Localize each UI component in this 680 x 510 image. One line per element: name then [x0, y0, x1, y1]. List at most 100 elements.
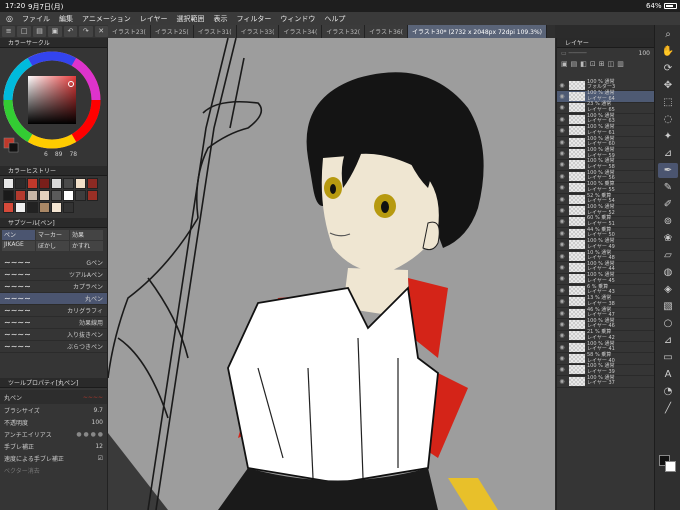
brush-item[interactable]: ∼∼∼∼ 入り抜きペン [0, 329, 107, 341]
visibility-icon[interactable]: ◉ [557, 287, 567, 294]
visibility-icon[interactable]: ◉ [557, 275, 567, 282]
figure-icon[interactable]: ○ [658, 316, 678, 331]
tab-document[interactable]: イラスト23( [108, 25, 151, 38]
tab-document[interactable]: イラスト32( [322, 25, 366, 38]
visibility-icon[interactable]: ◉ [557, 253, 567, 260]
tab-document[interactable]: イラスト31( [193, 25, 237, 38]
wand-icon[interactable]: ✦ [658, 129, 678, 144]
new-layer-icon[interactable]: ▣ [561, 60, 568, 78]
color-swatch[interactable] [15, 178, 26, 189]
tab-document[interactable]: イラスト34( [279, 25, 323, 38]
brush-item[interactable]: ∼∼∼∼ ツアルAペン [0, 269, 107, 281]
visibility-icon[interactable]: ◉ [557, 184, 567, 191]
decoration-icon[interactable]: ❀ [658, 231, 678, 246]
color-swatch[interactable] [63, 178, 74, 189]
fill-icon[interactable]: ◈ [658, 282, 678, 297]
visibility-icon[interactable]: ◉ [557, 241, 567, 248]
visibility-icon[interactable]: ◉ [557, 173, 567, 180]
visibility-icon[interactable]: ◉ [557, 344, 567, 351]
color-swatch[interactable] [75, 178, 86, 189]
tab-active-document[interactable]: イラスト30* (2732 x 2048px 72dpi 109.3%) [408, 25, 547, 38]
menu-layer[interactable]: レイヤー [140, 14, 168, 24]
sub-color-chip[interactable] [665, 461, 676, 472]
text-icon[interactable]: A [658, 367, 678, 382]
layer-opacity-row[interactable]: ▭ ───── 100 [557, 48, 654, 58]
antialias-row[interactable]: アンチエイリアス ● ● ● ● [0, 428, 107, 440]
color-swatch[interactable] [51, 190, 62, 201]
visibility-icon[interactable]: ◉ [557, 366, 567, 373]
visibility-icon[interactable]: ◉ [557, 230, 567, 237]
rotate-icon[interactable]: ⟳ [658, 61, 678, 76]
color-swatch[interactable] [3, 178, 14, 189]
color-swatch[interactable] [3, 202, 14, 213]
brush-item[interactable]: ∼∼∼∼ 丸ペン [0, 293, 107, 305]
visibility-icon[interactable]: ◉ [557, 127, 567, 134]
hand-icon[interactable]: ✋ [658, 44, 678, 59]
eraser-icon[interactable]: ▱ [658, 248, 678, 263]
brush-item[interactable]: ∼∼∼∼ Gペン [0, 257, 107, 269]
color-swatch[interactable] [27, 202, 38, 213]
open-icon[interactable]: ▤ [32, 26, 47, 37]
visibility-icon[interactable]: ◉ [557, 321, 567, 328]
visibility-icon[interactable]: ◉ [557, 150, 567, 157]
select-icon[interactable]: ⬚ [658, 95, 678, 110]
brush-item[interactable]: ∼∼∼∼ カプラペン [0, 281, 107, 293]
color-swatch[interactable] [15, 190, 26, 201]
reference-icon[interactable]: ⊞ [599, 60, 605, 78]
subtool-tab-blur[interactable]: ぼかし [36, 241, 69, 251]
ruler-icon[interactable]: ⊿ [658, 333, 678, 348]
tab-document[interactable]: イラスト25( [150, 25, 194, 38]
lasso-icon[interactable]: ◌ [658, 112, 678, 127]
color-swatch[interactable] [63, 202, 74, 213]
color-swatch[interactable] [51, 202, 62, 213]
brush-icon[interactable]: ✐ [658, 197, 678, 212]
color-swatch[interactable] [15, 202, 26, 213]
delete-layer-icon[interactable]: ▥ [617, 60, 624, 78]
layer-row[interactable]: ◉ 100 % 通常 レイヤー 37 [557, 375, 654, 388]
brush-item[interactable]: ∼∼∼∼ 効果線用 [0, 317, 107, 329]
color-swatch[interactable] [87, 178, 98, 189]
pencil-icon[interactable]: ✎ [658, 180, 678, 195]
new-icon[interactable]: □ [17, 26, 31, 37]
brush-item[interactable]: ∼∼∼∼ ぶらつきペン [0, 341, 107, 353]
checkbox-icon[interactable]: ☑ [98, 455, 103, 462]
visibility-icon[interactable]: ◉ [557, 264, 567, 271]
visibility-icon[interactable]: ◉ [557, 161, 567, 168]
tab-document[interactable]: イラスト36( [365, 25, 409, 38]
color-swatch[interactable] [27, 178, 38, 189]
color-swatch[interactable] [39, 178, 50, 189]
color-circle-widget[interactable] [0, 48, 108, 160]
menu-selection[interactable]: 選択範囲 [177, 14, 205, 24]
frame-icon[interactable]: ▭ [658, 350, 678, 365]
color-swatch[interactable] [39, 202, 50, 213]
app-icon[interactable]: ◎ [6, 14, 13, 23]
visibility-icon[interactable]: ◉ [557, 218, 567, 225]
brush-item[interactable]: ∼∼∼∼ カリグラフィ [0, 305, 107, 317]
visibility-icon[interactable]: ◉ [557, 116, 567, 123]
visibility-icon[interactable]: ◉ [557, 332, 567, 339]
menu-animation[interactable]: アニメーション [82, 14, 131, 24]
balloon-icon[interactable]: ◔ [658, 384, 678, 399]
drawing-canvas[interactable] [108, 38, 555, 510]
subtool-tab-jikage[interactable]: JIKAGE [2, 241, 35, 251]
color-swatch[interactable] [75, 190, 86, 201]
opacity-row[interactable]: 不透明度 100 [0, 416, 107, 428]
visibility-icon[interactable]: ◉ [557, 355, 567, 362]
menu-window[interactable]: ウィンドウ [280, 14, 315, 24]
move-icon[interactable]: ✥ [658, 78, 678, 93]
subtool-tab-effect[interactable]: 効果 [70, 230, 103, 240]
color-swatch[interactable] [63, 190, 74, 201]
clip-icon[interactable]: ◧ [580, 60, 587, 78]
visibility-icon[interactable]: ◉ [557, 93, 567, 100]
vector-erase-row[interactable]: ベクター消去 [0, 464, 107, 476]
menu-view[interactable]: 表示 [214, 14, 228, 24]
menu-edit[interactable]: 編集 [59, 14, 73, 24]
menu-filter[interactable]: フィルター [237, 14, 272, 24]
color-swatch[interactable] [39, 190, 50, 201]
gradient-icon[interactable]: ▧ [658, 299, 678, 314]
visibility-icon[interactable]: ◉ [557, 298, 567, 305]
stabilization-row[interactable]: 手ブレ補正 12 [0, 440, 107, 452]
redo-icon[interactable]: ↷ [79, 26, 93, 37]
visibility-icon[interactable]: ◉ [557, 207, 567, 214]
clear-icon[interactable]: ✕ [94, 26, 108, 37]
